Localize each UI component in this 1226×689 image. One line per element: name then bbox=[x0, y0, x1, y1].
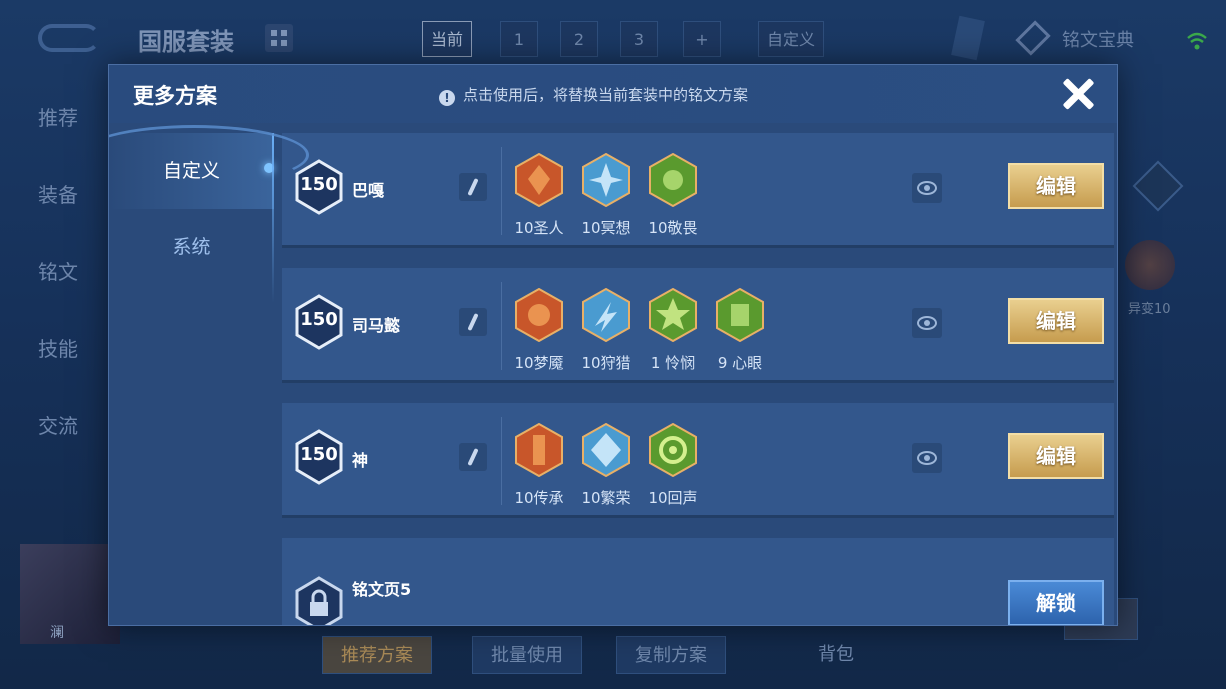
divider bbox=[501, 282, 502, 370]
tab-current[interactable]: 当前 bbox=[422, 21, 473, 57]
side-menu: 推荐 装备 铭文 技能 交流 bbox=[38, 102, 78, 487]
blue-rune-icon bbox=[582, 152, 630, 208]
locked-page-name: 铭文页5 bbox=[352, 580, 412, 599]
side-menu-runes[interactable]: 铭文 bbox=[38, 256, 78, 333]
tab-1[interactable]: 1 bbox=[500, 21, 538, 57]
tab-add[interactable]: + bbox=[683, 21, 721, 57]
lock-icon bbox=[294, 576, 344, 625]
edit-button[interactable]: 编辑 bbox=[1008, 433, 1104, 479]
plan-list: 150 巴嘎 10圣人 10冥想 10敬畏 编辑 150 司马懿 10梦魇 10… bbox=[282, 133, 1114, 625]
rune-slot: 1 怜悯 bbox=[646, 287, 700, 373]
rune-slot: 10传承 bbox=[512, 422, 566, 508]
red-rune-icon bbox=[515, 422, 563, 478]
tab-custom[interactable]: 自定义 bbox=[758, 21, 825, 57]
mutation-rune-icon bbox=[1125, 240, 1175, 290]
rune-book-icon bbox=[1015, 20, 1051, 56]
green-rune-icon bbox=[649, 422, 697, 478]
modal-title: 更多方案 bbox=[133, 84, 217, 108]
edit-button[interactable]: 编辑 bbox=[1008, 298, 1104, 344]
side-menu-skills[interactable]: 技能 bbox=[38, 333, 78, 410]
rune-slot: 9 心眼 bbox=[713, 287, 767, 373]
side-menu-equipment[interactable]: 装备 bbox=[38, 179, 78, 256]
recommend-plan-button[interactable]: 推荐方案 bbox=[322, 636, 432, 674]
red-rune-icon bbox=[515, 152, 563, 208]
rune-slot: 10敬畏 bbox=[646, 152, 700, 238]
green-rune-icon bbox=[649, 152, 697, 208]
top-bar: 国服套装 当前 1 2 3 + 自定义 铭文宝典 bbox=[0, 0, 1226, 72]
rename-pen-icon[interactable] bbox=[459, 443, 487, 471]
notice-text: ! 点击使用后，将替换当前套装中的铭文方案 bbox=[439, 84, 748, 106]
divider bbox=[501, 417, 502, 505]
rename-pen-icon[interactable] bbox=[459, 308, 487, 336]
rune-slot: 10梦魇 bbox=[512, 287, 566, 373]
mutation-label: 异变10 bbox=[1128, 302, 1171, 317]
tab-3[interactable]: 3 bbox=[620, 21, 658, 57]
copy-plan-button[interactable]: 复制方案 bbox=[616, 636, 726, 674]
rune-book-label[interactable]: 铭文宝典 bbox=[1062, 26, 1134, 52]
green-rune-icon bbox=[716, 287, 764, 343]
info-icon: ! bbox=[439, 90, 455, 106]
level-badge: 150 bbox=[294, 159, 344, 215]
level-badge: 150 bbox=[294, 429, 344, 485]
hero-name: 澜 bbox=[50, 625, 64, 641]
blue-rune-icon bbox=[582, 287, 630, 343]
rune-slot: 10繁荣 bbox=[579, 422, 633, 508]
preview-eye-icon[interactable] bbox=[912, 173, 942, 203]
rune-slot: 10狩猎 bbox=[579, 287, 633, 373]
back-arrow-icon[interactable] bbox=[38, 24, 100, 52]
edit-button[interactable]: 编辑 bbox=[1008, 163, 1104, 209]
nav-system[interactable]: 系统 bbox=[109, 209, 274, 285]
more-plans-modal: 更多方案 ! 点击使用后，将替换当前套装中的铭文方案 自定义 系统 150 巴嘎 … bbox=[108, 64, 1118, 626]
preview-eye-icon[interactable] bbox=[912, 443, 942, 473]
grid-icon[interactable] bbox=[265, 24, 293, 52]
preview-eye-icon[interactable] bbox=[912, 308, 942, 338]
side-menu-recommend[interactable]: 推荐 bbox=[38, 102, 78, 179]
hero-portrait[interactable] bbox=[20, 544, 120, 644]
page-title: 国服套装 bbox=[138, 28, 234, 56]
plan-name: 巴嘎 bbox=[352, 181, 385, 200]
batch-use-button[interactable]: 批量使用 bbox=[472, 636, 582, 674]
unlock-button[interactable]: 解锁 bbox=[1008, 580, 1104, 625]
blue-rune-icon bbox=[582, 422, 630, 478]
locked-plan-row: 铭文页5 解锁 bbox=[282, 538, 1114, 625]
modal-header: 更多方案 ! 点击使用后，将替换当前套装中的铭文方案 bbox=[109, 65, 1117, 123]
plan-name: 司马懿 bbox=[352, 316, 401, 335]
plan-name: 神 bbox=[352, 451, 369, 470]
rune-slot: 10冥想 bbox=[579, 152, 633, 238]
rune-slot: 10回声 bbox=[646, 422, 700, 508]
wifi-icon bbox=[1187, 32, 1207, 50]
plan-row[interactable]: 150 司马懿 10梦魇 10狩猎 1 怜悯 9 心眼 编辑 bbox=[282, 268, 1114, 383]
side-menu-chat[interactable]: 交流 bbox=[38, 410, 78, 487]
rune-slot: 10圣人 bbox=[512, 152, 566, 238]
bag-label[interactable]: 背包 bbox=[800, 636, 872, 674]
green-rune-icon bbox=[649, 287, 697, 343]
level-badge: 150 bbox=[294, 294, 344, 350]
tab-2[interactable]: 2 bbox=[560, 21, 598, 57]
divider bbox=[501, 147, 502, 235]
rename-pen-icon[interactable] bbox=[459, 173, 487, 201]
close-button[interactable] bbox=[1057, 73, 1099, 115]
card-icon[interactable] bbox=[951, 15, 985, 61]
red-rune-icon bbox=[515, 287, 563, 343]
decorative-swirl bbox=[109, 125, 309, 185]
plan-row[interactable]: 150 巴嘎 10圣人 10冥想 10敬畏 编辑 bbox=[282, 133, 1114, 248]
plan-row[interactable]: 150 神 10传承 10繁荣 10回声 编辑 bbox=[282, 403, 1114, 518]
